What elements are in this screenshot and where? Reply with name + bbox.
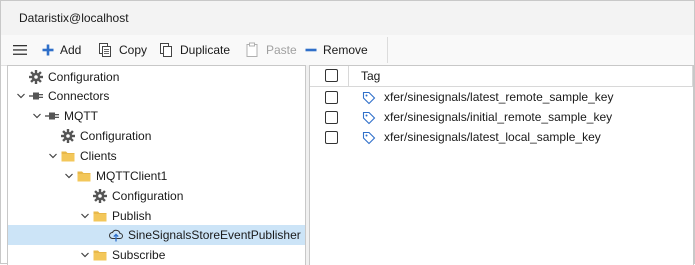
column-separator[interactable] bbox=[348, 66, 349, 86]
copy-button[interactable]: Copy bbox=[97, 41, 147, 59]
table-row[interactable]: xfer/sinesignals/initial_remote_sample_k… bbox=[310, 108, 693, 127]
copy-label: Copy bbox=[119, 43, 148, 57]
paste-button[interactable]: Paste bbox=[244, 41, 297, 59]
add-button[interactable]: Add bbox=[42, 41, 81, 59]
tree-item-sinesignals-publisher[interactable]: SineSignalsStoreEventPublisher bbox=[8, 225, 305, 245]
gear-icon bbox=[60, 128, 76, 144]
tree-item-mqtt-configuration[interactable]: Configuration bbox=[8, 126, 305, 146]
table-row[interactable]: xfer/sinesignals/latest_remote_sample_ke… bbox=[310, 88, 693, 107]
row-checkbox[interactable] bbox=[325, 131, 338, 144]
tree-item-label: Clients bbox=[80, 149, 117, 163]
tree-item-label: MQTTClient1 bbox=[96, 169, 168, 183]
tree-item-connectors[interactable]: Connectors bbox=[8, 86, 305, 106]
plug-icon bbox=[28, 88, 44, 104]
tag-column-header[interactable]: Tag bbox=[361, 69, 380, 83]
gear-icon bbox=[28, 69, 44, 85]
folder-icon bbox=[92, 247, 108, 263]
duplicate-button[interactable]: Duplicate bbox=[158, 41, 230, 59]
chevron-down-icon[interactable] bbox=[80, 249, 90, 259]
add-label: Add bbox=[60, 43, 82, 57]
plug-icon bbox=[44, 108, 60, 124]
hamburger-menu-icon bbox=[13, 45, 27, 55]
copy-icon bbox=[99, 43, 111, 57]
tag-name: xfer/sinesignals/initial_remote_sample_k… bbox=[384, 110, 613, 124]
tag-icon bbox=[362, 131, 376, 145]
duplicate-label: Duplicate bbox=[180, 43, 231, 57]
paste-label: Paste bbox=[266, 43, 297, 57]
tree-item-label: MQTT bbox=[64, 109, 98, 123]
column-separator[interactable] bbox=[692, 66, 693, 86]
chevron-down-icon[interactable] bbox=[80, 210, 90, 220]
plus-icon bbox=[42, 44, 54, 56]
select-all-checkbox[interactable] bbox=[325, 69, 338, 82]
row-checkbox[interactable] bbox=[325, 111, 338, 124]
chevron-down-icon[interactable] bbox=[48, 150, 58, 160]
cloud-upload-icon bbox=[108, 227, 124, 243]
tree-item-label: Configuration bbox=[48, 70, 120, 84]
menu-button[interactable] bbox=[12, 41, 28, 59]
tree-item-publish[interactable]: Publish bbox=[8, 206, 305, 226]
folder-icon bbox=[60, 148, 76, 164]
gear-icon bbox=[92, 188, 108, 204]
toolbar-separator bbox=[387, 37, 388, 63]
tree-item-mqtt[interactable]: MQTT bbox=[8, 106, 305, 126]
tree-item-label: Publish bbox=[112, 209, 152, 223]
connector-tree[interactable]: Configuration Connectors MQTT Configurat… bbox=[7, 65, 306, 265]
remove-button[interactable]: Remove bbox=[305, 41, 368, 59]
remove-label: Remove bbox=[323, 43, 368, 57]
tree-item-label: Connectors bbox=[48, 89, 110, 103]
paste-icon bbox=[246, 42, 258, 57]
grid-header: Tag bbox=[310, 66, 693, 87]
folder-icon bbox=[76, 168, 92, 184]
chevron-down-icon[interactable] bbox=[64, 170, 74, 180]
window-title: Dataristix@localhost bbox=[19, 11, 129, 25]
tag-icon bbox=[362, 91, 376, 105]
title-bar: Dataristix@localhost bbox=[1, 1, 694, 35]
tag-name: xfer/sinesignals/latest_local_sample_key bbox=[384, 130, 601, 144]
tree-item-label: Subscribe bbox=[112, 248, 166, 262]
tag-grid: Tag xfer/sinesignals/latest_remote_sampl… bbox=[309, 65, 694, 265]
tree-item-subscribe[interactable]: Subscribe bbox=[8, 245, 305, 265]
tree-item-mqttclient1[interactable]: MQTTClient1 bbox=[8, 166, 305, 186]
table-row[interactable]: xfer/sinesignals/latest_local_sample_key bbox=[310, 128, 693, 147]
tree-item-client-configuration[interactable]: Configuration bbox=[8, 186, 305, 206]
chevron-down-icon[interactable] bbox=[32, 110, 42, 120]
tree-item-label: Configuration bbox=[80, 129, 152, 143]
tree-item-clients[interactable]: Clients bbox=[8, 146, 305, 166]
tag-icon bbox=[362, 111, 376, 125]
tree-item-label: Configuration bbox=[112, 189, 184, 203]
tree-item-configuration[interactable]: Configuration bbox=[8, 67, 305, 87]
toolbar: Add Copy Duplicate Paste Remove bbox=[1, 35, 694, 66]
chevron-down-icon[interactable] bbox=[16, 90, 26, 100]
tag-name: xfer/sinesignals/latest_remote_sample_ke… bbox=[384, 90, 614, 104]
folder-icon bbox=[92, 208, 108, 224]
duplicate-icon bbox=[160, 43, 172, 57]
row-checkbox[interactable] bbox=[325, 91, 338, 104]
app-window: Dataristix@localhost Add Copy Duplicate … bbox=[0, 0, 695, 265]
tree-item-label: SineSignalsStoreEventPublisher bbox=[128, 228, 301, 242]
minus-icon bbox=[305, 48, 317, 52]
